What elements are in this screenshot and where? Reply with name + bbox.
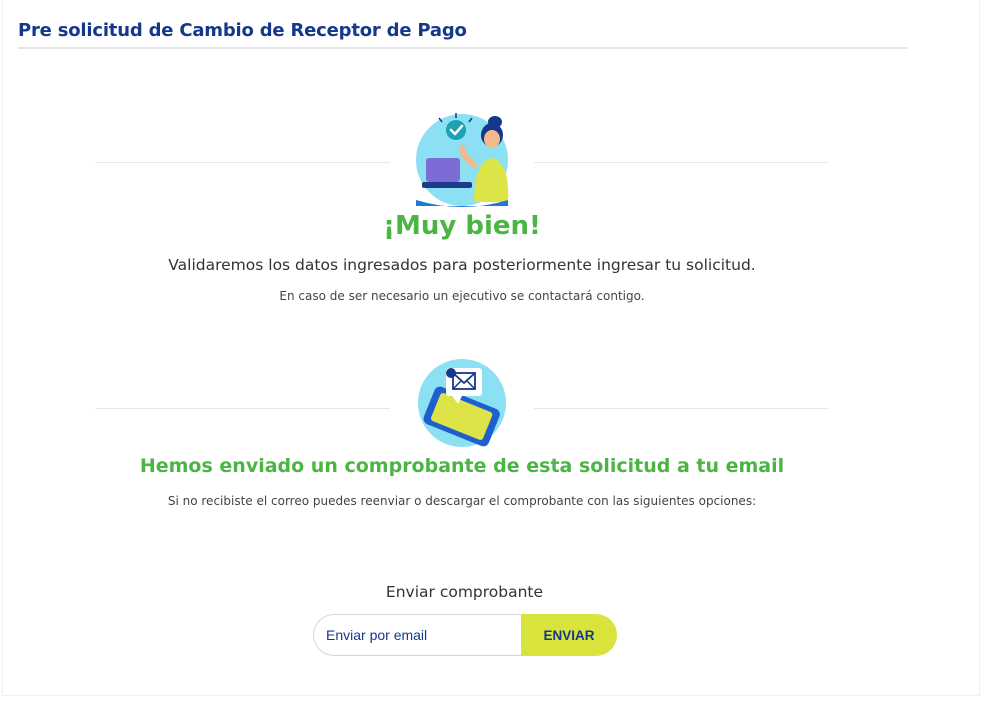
divider-right-2 (534, 408, 829, 409)
title-divider (18, 47, 908, 49)
phone-envelope-illustration (418, 359, 506, 447)
divider-left (95, 162, 390, 163)
send-button[interactable]: ENVIAR (521, 614, 617, 656)
woman-laptop-illustration (416, 113, 509, 207)
send-receipt-form: ENVIAR (313, 614, 617, 656)
email-input[interactable] (313, 614, 521, 656)
divider-left-2 (95, 408, 390, 409)
notification-badge-icon (446, 368, 456, 378)
send-receipt-label: Enviar comprobante (385, 583, 544, 601)
success-note: En caso de ser necesario un ejecutivo se… (279, 289, 645, 303)
success-heading: ¡Muy bien! (383, 211, 541, 241)
success-message: Validaremos los datos ingresados para po… (168, 256, 756, 274)
email-sent-heading: Hemos enviado un comprobante de esta sol… (139, 455, 785, 477)
divider-right (534, 162, 829, 163)
checkmark-icon (446, 120, 466, 140)
page-title: Pre solicitud de Cambio de Receptor de P… (18, 20, 467, 41)
email-sent-note: Si no recibiste el correo puedes reenvia… (167, 494, 757, 508)
